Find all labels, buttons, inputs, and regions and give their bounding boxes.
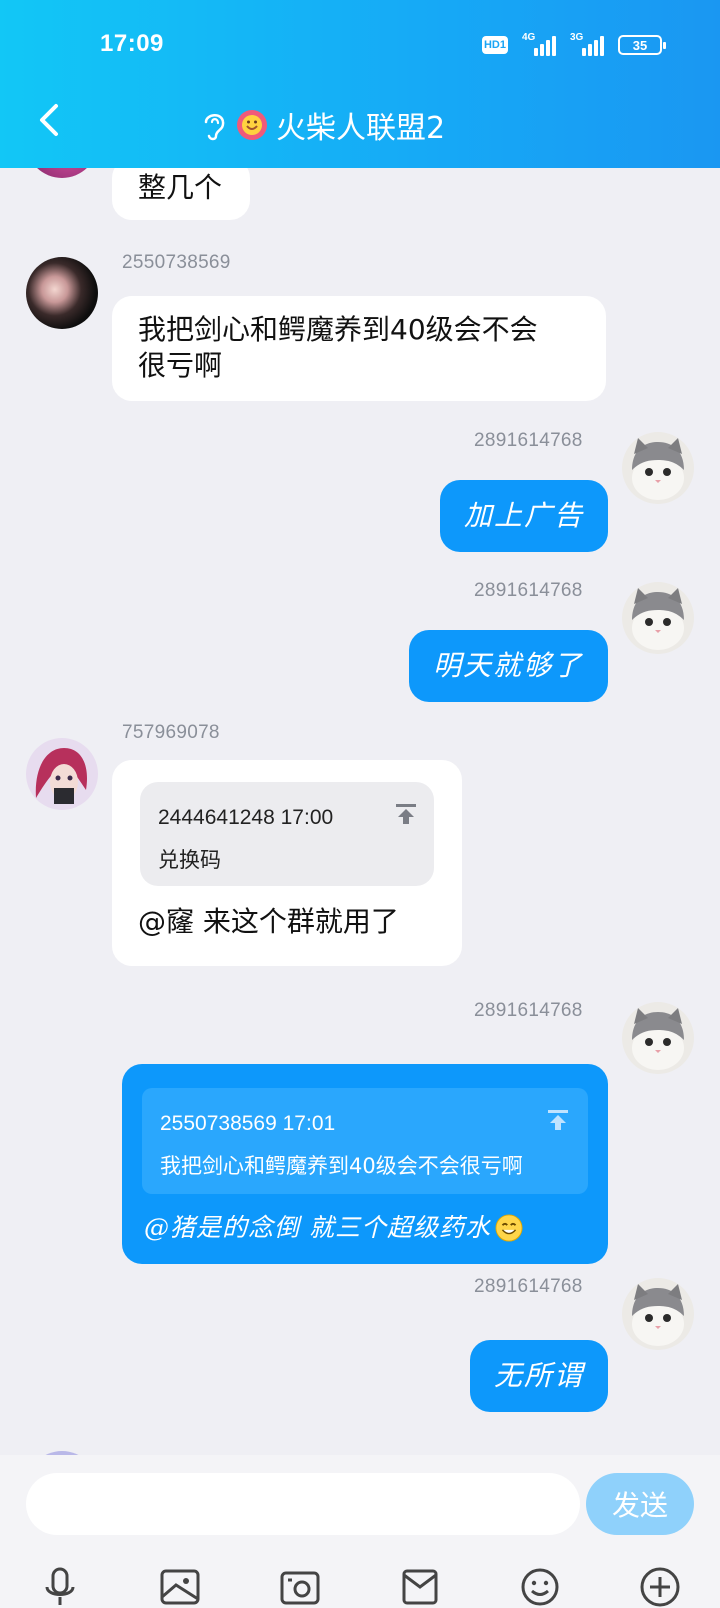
- sender-id: 2550738569: [122, 252, 231, 273]
- message-bubble[interactable]: 加上广告: [440, 480, 608, 552]
- jump-to-top-icon[interactable]: [394, 802, 418, 826]
- avatar[interactable]: [26, 168, 98, 178]
- image-icon[interactable]: [158, 1565, 202, 1608]
- jump-to-top-icon[interactable]: [546, 1108, 570, 1132]
- avatar[interactable]: [622, 432, 694, 504]
- avatar[interactable]: [26, 738, 98, 810]
- group-name: 火柴人联盟2: [276, 111, 446, 146]
- message-bubble[interactable]: 2550738569 17:01 我把剑心和鳄魔养到40级会不会很亏啊 @猪是的…: [122, 1064, 608, 1264]
- anime-avatar-icon: [26, 738, 98, 810]
- chat-title[interactable]: 火柴人联盟2: [200, 103, 445, 147]
- camera-icon[interactable]: [278, 1565, 322, 1608]
- quoted-message[interactable]: 2444641248 17:00 兑换码: [140, 782, 434, 886]
- microphone-icon[interactable]: [38, 1565, 82, 1608]
- message-bubble[interactable]: 2444641248 17:00 兑换码 @窿 来这个群就用了: [112, 760, 462, 966]
- input-bar: 发送: [0, 1455, 720, 1608]
- sender-id: 2891614768: [474, 580, 583, 601]
- emoji-icon[interactable]: [518, 1565, 562, 1608]
- message-bubble[interactable]: 整几个: [112, 168, 250, 220]
- cat-avatar-icon: [622, 432, 694, 504]
- smile-emoji-icon: [495, 1214, 523, 1242]
- send-button[interactable]: 发送: [586, 1473, 694, 1535]
- message-list[interactable]: 整几个 2550738569 我把剑心和鳄魔养到40级会不会 很亏啊 28916…: [0, 168, 720, 1455]
- status-time: 17:09: [100, 30, 164, 57]
- sender-id: 2891614768: [474, 430, 583, 451]
- message-bubble[interactable]: 我把剑心和鳄魔养到40级会不会 很亏啊: [112, 296, 606, 401]
- signal-4g-icon: 4G: [522, 32, 556, 56]
- plus-icon[interactable]: [638, 1565, 682, 1608]
- hd-badge: HD1: [482, 36, 508, 54]
- sender-id: 2891614768: [474, 1000, 583, 1021]
- file-icon[interactable]: [398, 1565, 442, 1608]
- cat-avatar-icon: [622, 1002, 694, 1074]
- avatar[interactable]: [622, 582, 694, 654]
- avatar[interactable]: [622, 1278, 694, 1350]
- signal-3g-icon: 3G: [570, 32, 604, 56]
- cat-avatar-icon: [622, 1278, 694, 1350]
- sender-id: 757969078: [122, 722, 220, 743]
- avatar[interactable]: [26, 257, 98, 329]
- status-icons: HD1 4G 3G 35: [482, 32, 666, 56]
- avatar[interactable]: [622, 1002, 694, 1074]
- message-input[interactable]: [26, 1473, 580, 1535]
- sunflower-emoji-icon: [237, 110, 267, 140]
- message-bubble[interactable]: 无所谓: [470, 1340, 608, 1412]
- back-arrow-icon[interactable]: [34, 102, 64, 138]
- message-bubble[interactable]: 明天就够了: [409, 630, 608, 702]
- quoted-message[interactable]: 2550738569 17:01 我把剑心和鳄魔养到40级会不会很亏啊: [142, 1088, 588, 1194]
- sender-id: 2891614768: [474, 1276, 583, 1297]
- cat-avatar-icon: [622, 582, 694, 654]
- battery-icon: 35: [618, 35, 666, 55]
- app-header: 17:09 HD1 4G 3G 35 火柴人联盟2: [0, 0, 720, 168]
- ear-icon: [204, 114, 225, 141]
